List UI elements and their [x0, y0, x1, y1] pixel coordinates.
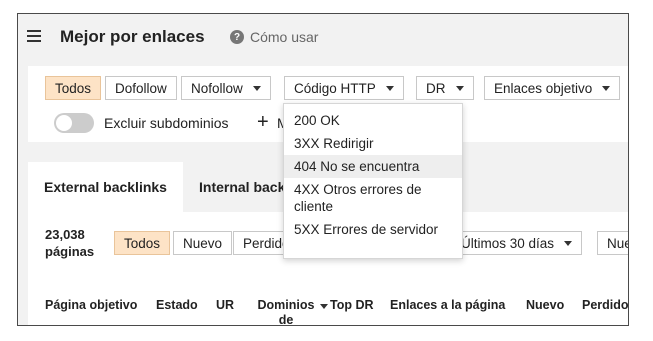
chevron-down-icon [252, 85, 261, 91]
period-label: Últimos 30 días [461, 235, 555, 251]
exclude-subdomains-label: Excluir subdominios [104, 115, 229, 131]
chevron-down-icon [385, 85, 394, 91]
target-links-dropdown[interactable]: Enlaces objetivo [484, 76, 621, 100]
chevron-down-icon [455, 85, 464, 91]
nofollow-label: Nofollow [191, 80, 243, 96]
col-top-dr[interactable]: Top DR [330, 298, 374, 313]
help-link[interactable]: ? Cómo usar [230, 29, 318, 45]
segment-new-button[interactable]: Nuevo [173, 231, 233, 255]
tab-external-backlinks[interactable]: External backlinks [28, 162, 183, 212]
exclude-subdomains-toggle[interactable] [54, 113, 94, 133]
dr-dropdown[interactable]: DR [416, 76, 474, 100]
page-title: Mejor por enlaces [60, 27, 205, 46]
result-count-value: 23,038 [45, 227, 85, 242]
menu-item-5xx[interactable]: 5XX Errores de servidor [284, 218, 462, 241]
col-links-to-page[interactable]: Enlaces a la página [390, 298, 505, 313]
dr-label: DR [426, 80, 446, 96]
col-lost[interactable]: Perdido [582, 298, 628, 313]
new-button-cut[interactable]: Nue [597, 231, 628, 255]
question-icon: ? [230, 30, 244, 44]
menu-item-200[interactable]: 200 OK [284, 109, 462, 132]
http-code-dropdown[interactable]: Código HTTP [284, 76, 404, 100]
period-dropdown[interactable]: Últimos 30 días [456, 231, 583, 255]
result-count: 23,038 páginas [45, 226, 94, 260]
menu-icon[interactable] [27, 30, 41, 42]
sort-down-icon [320, 304, 328, 309]
menu-item-3xx[interactable]: 3XX Redirigir [284, 132, 462, 155]
filter-nofollow-dropdown[interactable]: Nofollow [181, 76, 271, 100]
menu-item-4xx[interactable]: 4XX Otros errores de cliente [284, 178, 462, 218]
col-ur[interactable]: UR [216, 298, 234, 313]
col-new[interactable]: Nuevo [526, 298, 564, 313]
toggle-knob [56, 115, 72, 131]
target-links-label: Enlaces objetivo [494, 80, 593, 96]
http-code-menu: 200 OK 3XX Redirigir 404 No se encuentra… [283, 103, 463, 259]
filter-dofollow-button[interactable]: Dofollow [105, 76, 177, 100]
col-status[interactable]: Estado [156, 298, 198, 313]
filter-all-button[interactable]: Todos [45, 76, 102, 100]
col-referring-domains-label: Dominios de referencia [257, 298, 315, 326]
title-bar: Mejor por enlaces ? Cómo usar [18, 14, 628, 61]
http-code-label: Código HTTP [294, 80, 376, 96]
menu-item-404[interactable]: 404 No se encuentra [284, 155, 462, 178]
result-count-unit: páginas [45, 244, 95, 259]
col-target-page[interactable]: Página objetivo [45, 298, 137, 313]
plus-icon[interactable]: + [257, 112, 269, 132]
help-label: Cómo usar [250, 29, 319, 45]
chevron-down-icon [602, 85, 611, 91]
chevron-down-icon [564, 240, 573, 246]
segment-all-button[interactable]: Todos [114, 231, 171, 255]
col-referring-domains[interactable]: Dominios de referencia [250, 298, 328, 326]
